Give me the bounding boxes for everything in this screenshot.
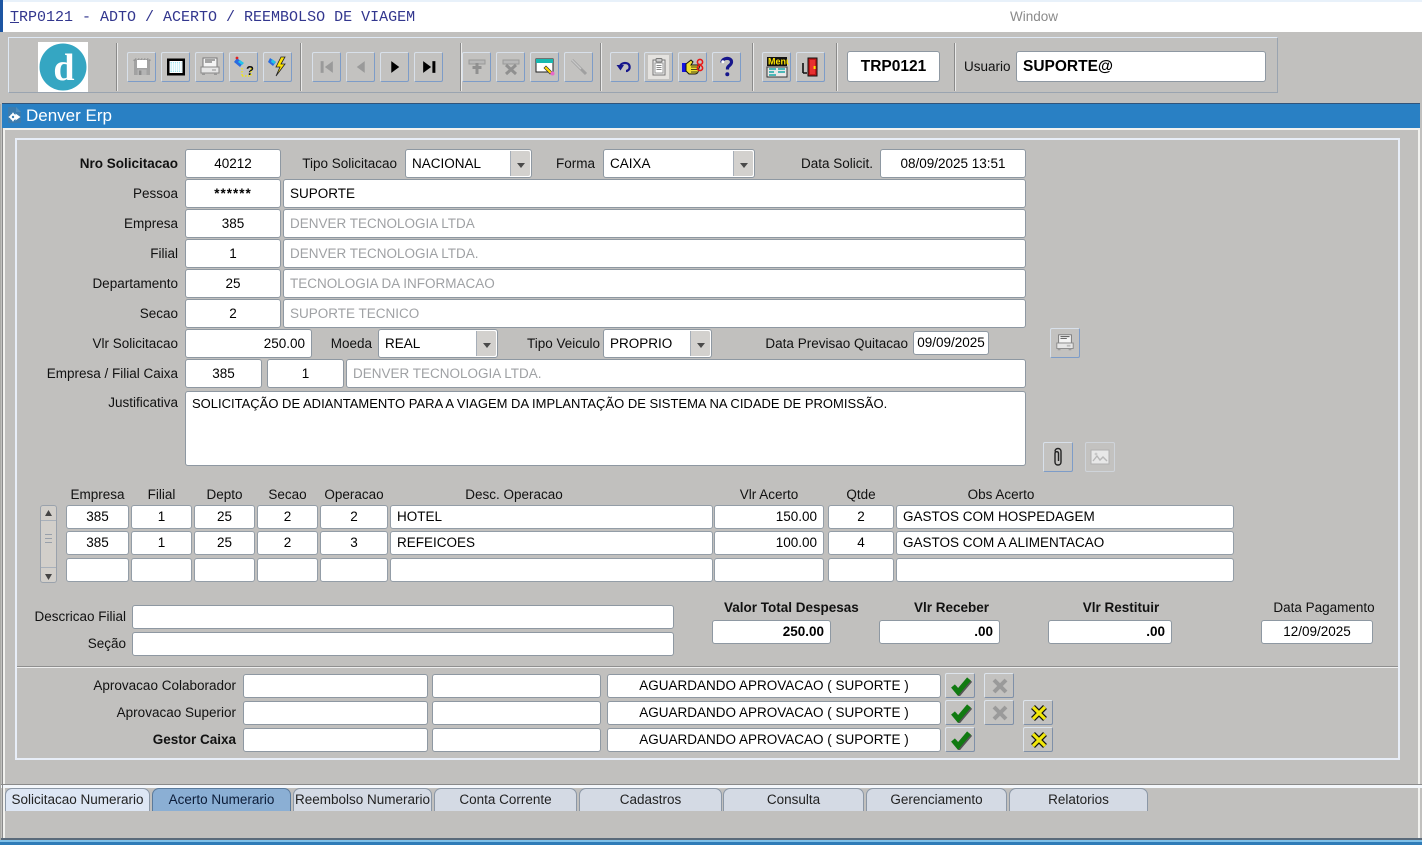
svg-text:d: d: [53, 47, 74, 89]
svg-text:Menu: Menu: [768, 57, 789, 67]
svg-text:?: ?: [246, 63, 254, 78]
